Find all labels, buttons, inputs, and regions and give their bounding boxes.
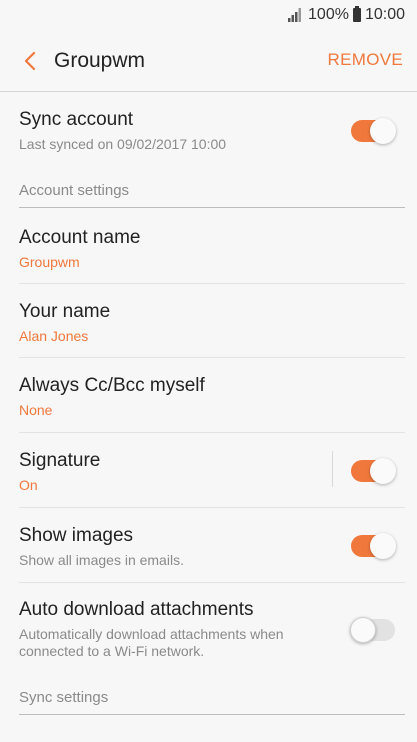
always-cc-title: Always Cc/Bcc myself	[19, 375, 205, 396]
always-cc-value: None	[19, 402, 53, 418]
show-images-row[interactable]: Show images Show all images in emails.	[19, 508, 405, 583]
signature-toggle[interactable]	[351, 458, 396, 484]
always-cc-row[interactable]: Always Cc/Bcc myself None	[19, 358, 405, 433]
sync-settings-header: Sync settings	[19, 680, 405, 715]
toggle-knob	[370, 458, 396, 484]
toggle-knob	[370, 533, 396, 559]
status-bar: 100% 10:00	[0, 0, 417, 30]
your-name-value: Alan Jones	[19, 328, 89, 344]
account-settings-header: Account settings	[19, 171, 405, 208]
app-bar: Groupwm REMOVE	[0, 30, 417, 92]
signature-title: Signature	[19, 450, 101, 471]
account-name-row[interactable]: Account name Groupwm	[19, 208, 405, 284]
auto-download-row[interactable]: Auto download attachments Automatically …	[19, 583, 405, 680]
back-icon[interactable]	[8, 39, 52, 83]
signature-value: On	[19, 477, 38, 493]
sync-account-title: Sync account	[19, 109, 134, 130]
battery-percent: 100%	[308, 6, 349, 23]
signal-icon	[288, 8, 302, 22]
remove-button[interactable]: REMOVE	[328, 50, 403, 70]
sync-account-row[interactable]: Sync account Last synced on 09/02/2017 1…	[19, 92, 405, 171]
your-name-title: Your name	[19, 301, 111, 322]
divider	[332, 451, 333, 487]
auto-download-subtitle: Automatically download attachments when …	[19, 626, 284, 659]
auto-download-toggle[interactable]	[350, 617, 395, 643]
show-images-toggle[interactable]	[351, 533, 396, 559]
show-images-title: Show images	[19, 525, 134, 546]
account-name-title: Account name	[19, 227, 141, 248]
your-name-row[interactable]: Your name Alan Jones	[19, 284, 405, 358]
sync-account-toggle[interactable]	[351, 118, 396, 144]
auto-download-title: Auto download attachments	[19, 599, 254, 620]
account-name-value: Groupwm	[19, 254, 80, 270]
sync-account-subtitle: Last synced on 09/02/2017 10:00	[19, 136, 227, 152]
clock: 10:00	[364, 6, 405, 23]
show-images-subtitle: Show all images in emails.	[19, 552, 184, 568]
battery-icon	[352, 6, 361, 22]
toggle-knob	[350, 617, 376, 643]
signature-row[interactable]: Signature On	[19, 433, 405, 508]
toggle-knob	[370, 118, 396, 144]
page-title: Groupwm	[54, 48, 146, 72]
